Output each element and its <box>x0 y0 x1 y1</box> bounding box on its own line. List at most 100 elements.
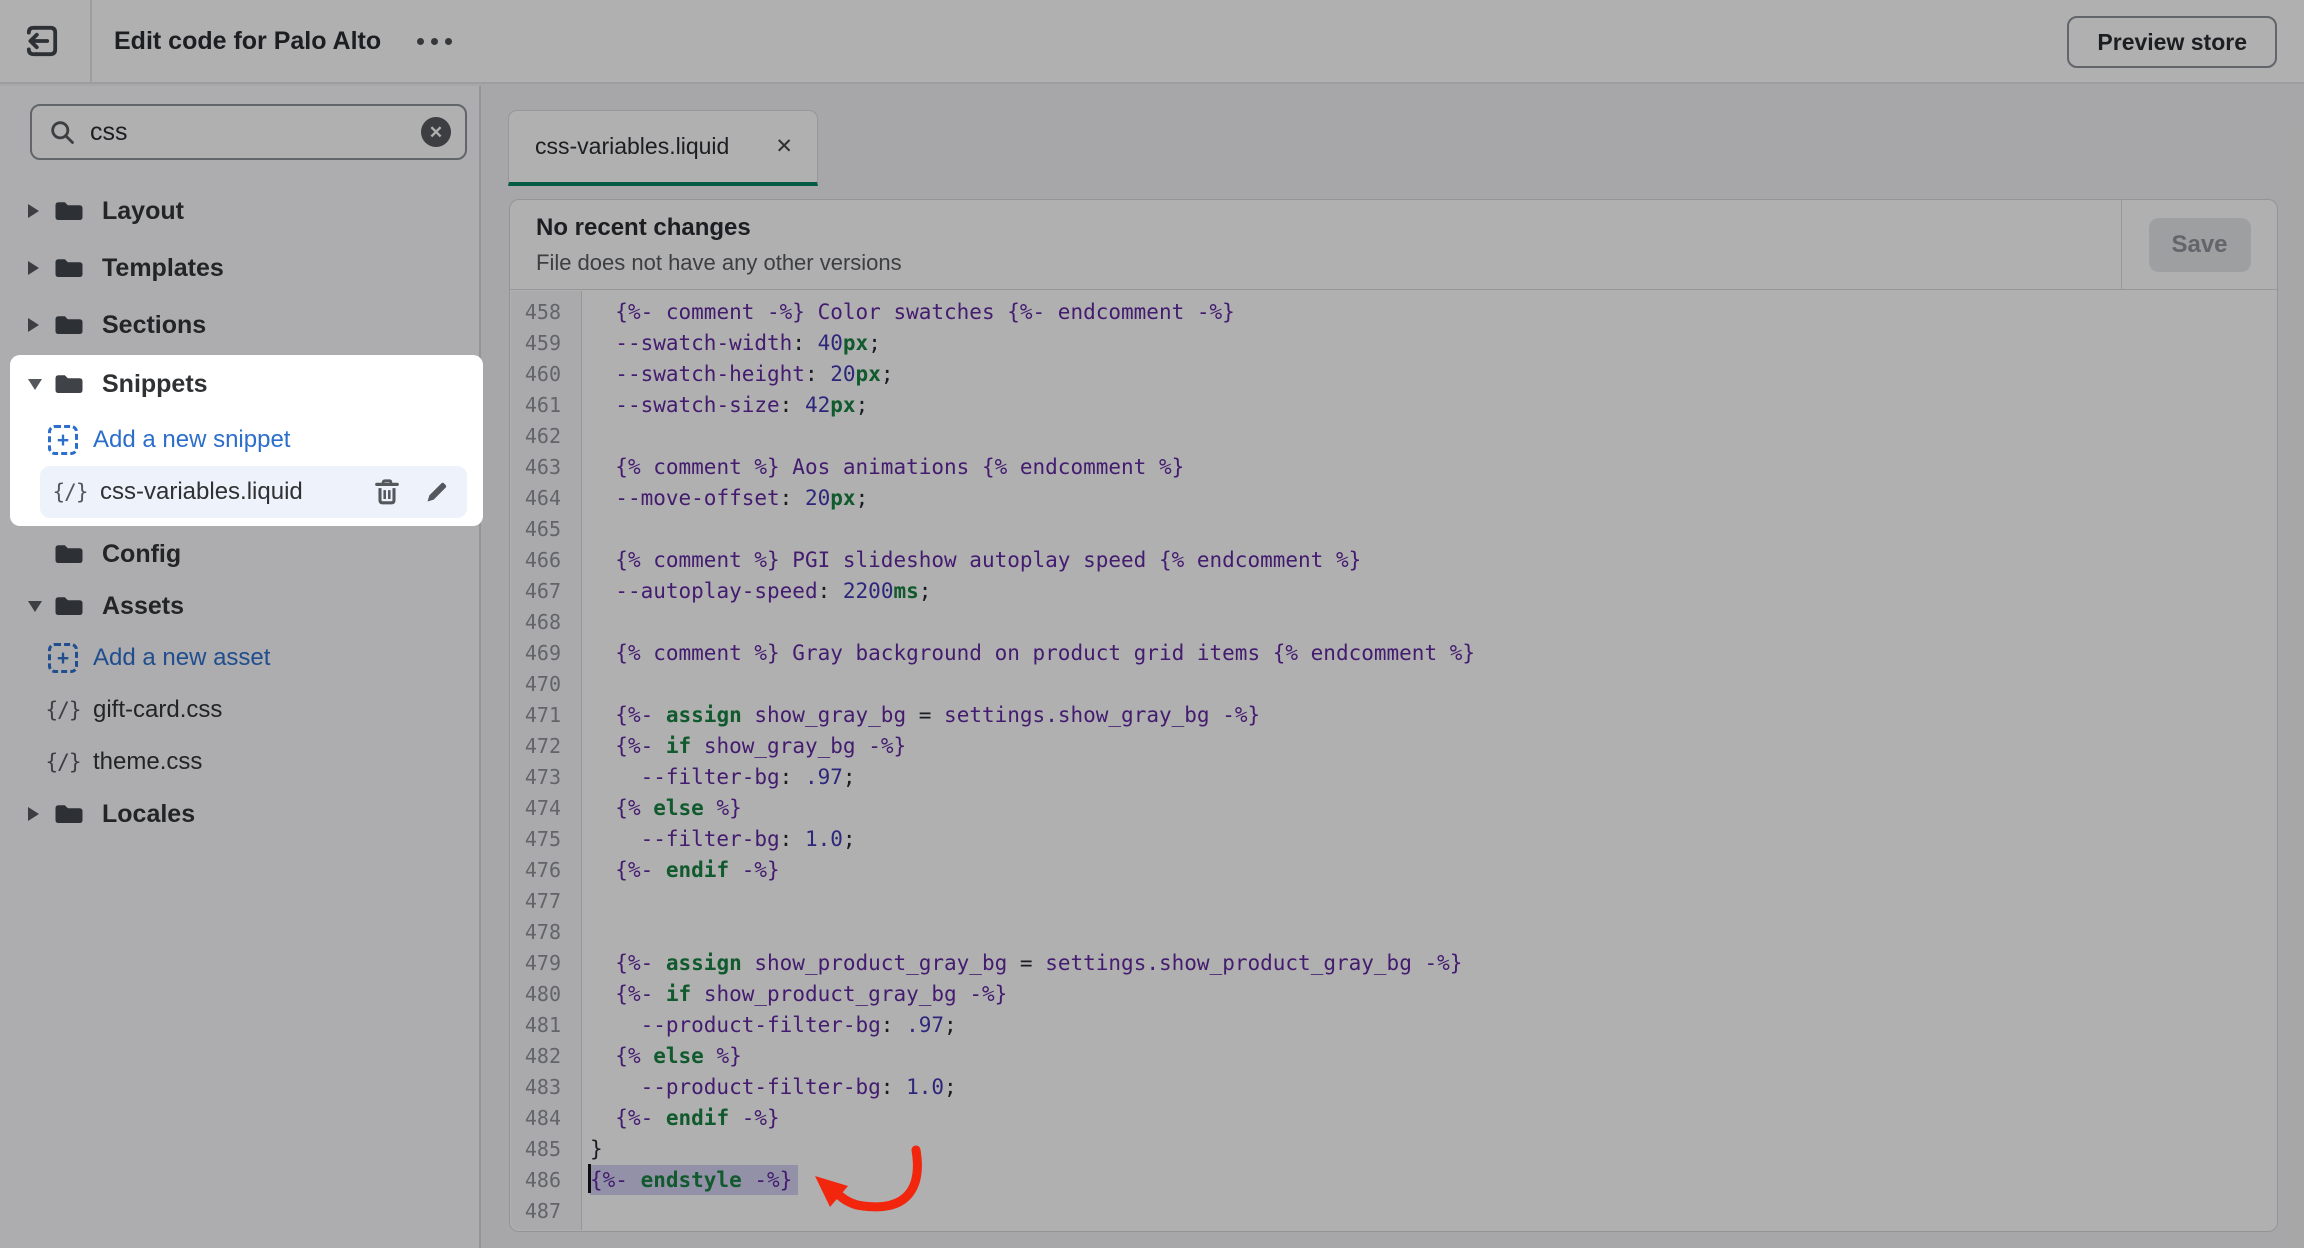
sidebar-file-gift-card.css[interactable]: {/} gift-card.css <box>0 685 479 735</box>
code-line-465[interactable] <box>590 514 2276 545</box>
code-line-478[interactable] <box>590 917 2276 948</box>
code-line-460[interactable]: --swatch-height: 20px; <box>590 359 2276 390</box>
page-title: Edit code for Palo Alto <box>114 26 382 55</box>
code-line-467[interactable]: --autoplay-speed: 2200ms; <box>590 576 2276 607</box>
line-number: 464 <box>524 486 561 510</box>
tree-lower-group: Config Assets + Add a new asset {/} gift-card… <box>0 529 479 839</box>
code-line-485[interactable]: } <box>590 1134 2276 1165</box>
code-line-486[interactable]: {%- endstyle -%} <box>588 1164 2276 1196</box>
caret-right-icon[interactable] <box>28 261 50 275</box>
line-number: 477 <box>524 889 561 913</box>
sidebar-folder-locales[interactable]: Locales <box>0 789 479 839</box>
file-search-box[interactable]: ✕ <box>30 104 467 160</box>
editor-header: No recent changes File does not have any… <box>510 200 2277 290</box>
top-bar: Edit code for Palo Alto Preview store <box>0 0 2304 84</box>
code-line-477[interactable] <box>590 886 2276 917</box>
line-number: 458 <box>524 300 561 324</box>
code-line-466[interactable]: {% comment %} PGI slideshow autoplay spe… <box>590 545 2276 576</box>
topbar-divider <box>90 0 92 83</box>
sidebar-folder-snippets[interactable]: Snippets <box>10 357 483 411</box>
line-number: 475 <box>524 827 561 851</box>
folder-icon-wrap <box>54 199 86 223</box>
version-status-subtitle: File does not have any other versions <box>536 249 902 275</box>
pencil-icon <box>427 482 447 502</box>
file-code-icon: {/} <box>45 698 82 722</box>
line-number: 462 <box>524 424 561 448</box>
line-number: 480 <box>524 982 561 1006</box>
folder-label: Config <box>102 539 182 568</box>
file-code-icon: {/} <box>52 480 89 504</box>
sidebar-folder-templates[interactable]: Templates <box>0 241 479 295</box>
code-line-470[interactable] <box>590 669 2276 700</box>
caret-down-icon[interactable] <box>28 378 50 390</box>
dot-icon <box>445 37 453 45</box>
line-number: 459 <box>524 331 561 355</box>
folder-icon <box>55 259 83 277</box>
add-link-label: Add a new asset <box>93 644 271 671</box>
code-line-468[interactable] <box>590 607 2276 638</box>
code-line-469[interactable]: {% comment %} Gray background on product… <box>590 638 2276 669</box>
code-line-473[interactable]: --filter-bg: .97; <box>590 762 2276 793</box>
folder-icon-wrap <box>54 256 86 280</box>
code-line-475[interactable]: --filter-bg: 1.0; <box>590 824 2276 855</box>
preview-store-button[interactable]: Preview store <box>2067 16 2277 68</box>
code-editor[interactable]: 458 459 460 461 462 463 464 465 466 467 468 469 470 4… <box>511 291 2276 1230</box>
text-cursor <box>588 1164 591 1193</box>
code-line-464[interactable]: --move-offset: 20px; <box>590 483 2276 514</box>
line-number: 460 <box>524 362 561 386</box>
code-line-484[interactable]: {%- endif -%} <box>590 1103 2276 1134</box>
file-label: theme.css <box>93 748 203 775</box>
line-number: 470 <box>524 672 561 696</box>
close-tab-icon[interactable]: ✕ <box>775 136 793 157</box>
code-line-474[interactable]: {% else %} <box>590 793 2276 824</box>
sidebar-add-a-new-asset[interactable]: + Add a new asset <box>0 633 479 683</box>
sidebar-file-theme.css[interactable]: {/} theme.css <box>0 737 479 787</box>
sidebar-file-css-variables.liquid[interactable]: {/} css-variables.liquid <box>10 466 483 518</box>
code-line-471[interactable]: {%- assign show_gray_bg = settings.show_… <box>590 700 2276 731</box>
search-input[interactable] <box>90 117 421 147</box>
rename-file-button[interactable] <box>423 478 451 506</box>
selected-file-row[interactable]: {/} css-variables.liquid <box>40 466 467 518</box>
sidebar-add-a-new-snippet[interactable]: + Add a new snippet <box>10 414 483 466</box>
code-line-459[interactable]: --swatch-width: 40px; <box>590 328 2276 359</box>
sidebar-folder-config[interactable]: Config <box>0 529 479 579</box>
code-line-462[interactable] <box>590 421 2276 452</box>
search-icon <box>51 121 74 144</box>
sidebar-folder-assets[interactable]: Assets <box>0 581 479 631</box>
code-line-481[interactable]: --product-filter-bg: .97; <box>590 1010 2276 1041</box>
caret-right-icon[interactable] <box>28 204 50 218</box>
line-number: 474 <box>524 796 561 820</box>
file-label: css-variables.liquid <box>100 478 303 505</box>
save-button[interactable]: Save <box>2148 217 2251 272</box>
file-label: gift-card.css <box>93 696 223 723</box>
code-line-479[interactable]: {%- assign show_product_gray_bg = settin… <box>590 948 2276 979</box>
more-actions-button[interactable] <box>411 21 458 61</box>
folder-icon <box>55 316 83 334</box>
delete-file-button[interactable] <box>373 478 401 506</box>
code-line-482[interactable]: {% else %} <box>590 1041 2276 1072</box>
line-number: 479 <box>524 951 561 975</box>
tab-label: css-variables.liquid <box>535 133 730 159</box>
code-editor-app: Edit code for Palo Alto Preview store ✕ … <box>0 0 2304 1248</box>
file-code-icon: {/} <box>45 750 82 774</box>
sidebar-folder-layout[interactable]: Layout <box>0 184 479 238</box>
code-line-483[interactable]: --product-filter-bg: 1.0; <box>590 1072 2276 1103</box>
line-number: 466 <box>524 548 561 572</box>
code-line-461[interactable]: --swatch-size: 42px; <box>590 390 2276 421</box>
caret-right-icon[interactable] <box>28 318 50 332</box>
code-line-487[interactable] <box>590 1196 2276 1227</box>
code-lines[interactable]: {%- comment -%} Color swatches {%- endco… <box>582 291 2276 1230</box>
code-line-476[interactable]: {%- endif -%} <box>590 855 2276 886</box>
caret-right-icon[interactable] <box>28 807 50 821</box>
caret-down-icon[interactable] <box>28 600 50 612</box>
line-number: 478 <box>524 920 561 944</box>
clear-search-button[interactable]: ✕ <box>421 117 451 147</box>
code-line-472[interactable]: {%- if show_gray_bg -%} <box>590 731 2276 762</box>
code-line-463[interactable]: {% comment %} Aos animations {% endcomme… <box>590 452 2276 483</box>
sidebar-folder-sections[interactable]: Sections <box>0 298 479 352</box>
code-line-458[interactable]: {%- comment -%} Color swatches {%- endco… <box>590 297 2276 328</box>
exit-editor-button[interactable] <box>20 19 64 63</box>
tab-css-variables[interactable]: css-variables.liquid ✕ <box>508 110 818 186</box>
code-line-480[interactable]: {%- if show_product_gray_bg -%} <box>590 979 2276 1010</box>
folder-label: Sections <box>102 310 207 339</box>
